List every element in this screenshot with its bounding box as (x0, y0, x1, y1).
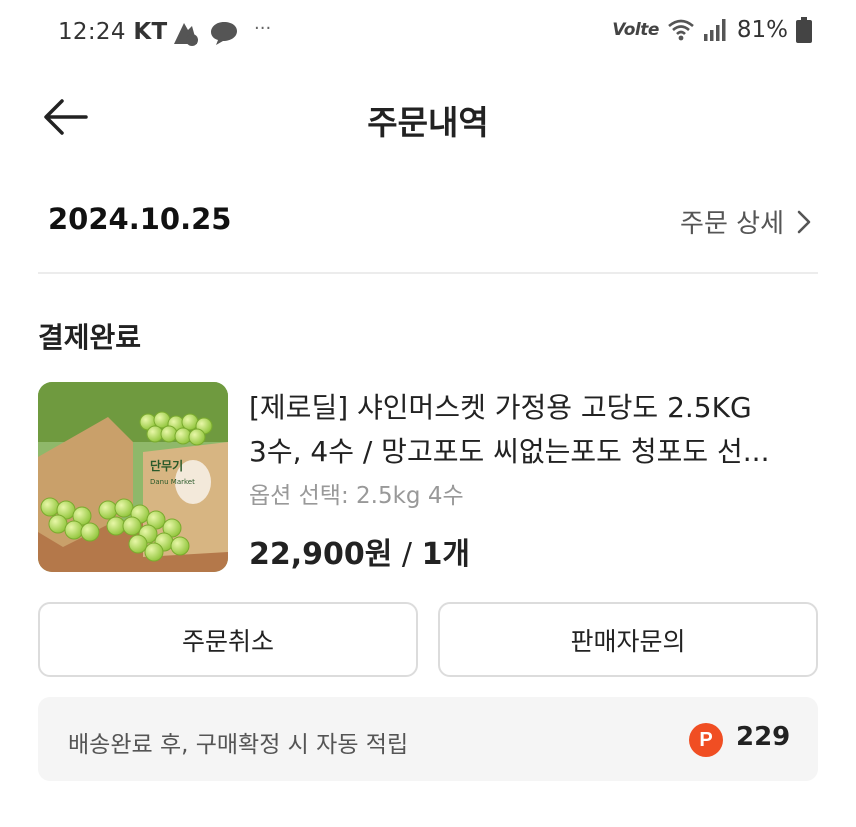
product-title-line1: [제로딜] 샤인머스켓 가정용 고당도 2.5KG (249, 391, 752, 424)
product-option: 옵션 선택: 2.5kg 4수 (249, 483, 464, 509)
points-description: 배송완료 후, 구매확정 시 자동 적립 (68, 732, 409, 758)
product-price: 22,900원 (249, 537, 393, 572)
points-p-icon: P (689, 723, 723, 757)
product-title-line2: 3수, 4수 / 망고포도 씨없는포도 청포도 선... (249, 435, 770, 468)
box-label: 단무기 (150, 458, 183, 473)
battery-icon (796, 17, 812, 43)
order-status-label: 결제완료 (38, 321, 142, 354)
seller-inquiry-button[interactable]: 판매자문의 (438, 602, 818, 677)
box-sublabel: Danu Market (150, 478, 195, 486)
product-price-row: 22,900원 / 1개 (249, 529, 470, 573)
product-quantity: 1개 (421, 537, 471, 572)
points-value: 229 (736, 722, 791, 752)
points-info-box: 배송완료 후, 구매확정 시 자동 적립 P 229 (38, 697, 818, 781)
more-notifications-icon: ··· (254, 18, 272, 39)
price-separator: / (392, 537, 422, 572)
chat-icon (211, 22, 237, 45)
order-date: 2024.10.25 (48, 202, 232, 236)
page-title: 주문내역 (367, 103, 489, 142)
order-detail-label: 주문 상세 (680, 209, 784, 239)
status-time: 12:24 KT (58, 19, 168, 45)
cancel-order-button[interactable]: 주문취소 (38, 602, 418, 677)
battery-percent: 81% (736, 17, 788, 43)
section-divider (38, 272, 818, 274)
status-notification-icons (170, 18, 240, 48)
chevron-right-icon (797, 210, 811, 233)
app-notification-icon (174, 23, 198, 46)
order-detail-link[interactable]: 주문 상세 (680, 203, 812, 240)
product-title[interactable]: [제로딜] 샤인머스켓 가정용 고당도 2.5KG 3수, 4수 / 망고포도 … (249, 386, 824, 474)
grape-product-image: 단무기 Danu Market (38, 382, 228, 572)
signal-icon (703, 19, 726, 41)
status-bar: 12:24 KT ··· Volte 81% (0, 0, 856, 66)
status-system-icons: Volte 81% (612, 17, 812, 43)
product-thumbnail[interactable]: 단무기 Danu Market (38, 382, 228, 572)
volte-icon: Volte (612, 20, 659, 40)
wifi-icon (668, 19, 694, 41)
